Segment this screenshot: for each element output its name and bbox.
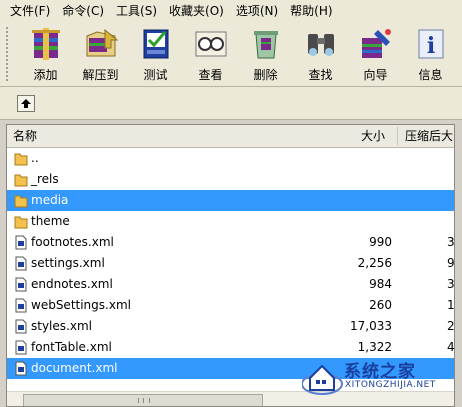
view-label: 查看	[198, 68, 223, 82]
folder-row[interactable]: theme	[7, 211, 454, 232]
file-packed-size: 3	[447, 277, 455, 291]
column-header: 名称 大小 压缩后大	[7, 125, 454, 148]
scrollbar-grip	[138, 398, 150, 403]
address-bar	[0, 87, 462, 120]
wizard-icon	[361, 29, 391, 58]
view-icon	[195, 31, 226, 57]
watermark-title: 系统之家	[344, 362, 416, 382]
toolbar-grip[interactable]	[6, 27, 12, 81]
folder-icon	[14, 153, 28, 166]
xml-file-icon	[15, 235, 27, 250]
file-name: endnotes.xml	[31, 277, 113, 291]
file-name: webSettings.xml	[31, 298, 131, 312]
column-divider[interactable]	[397, 127, 398, 145]
file-packed-size: 1	[447, 298, 455, 312]
file-name: styles.xml	[31, 319, 92, 333]
info-button[interactable]: i 信息	[403, 22, 458, 84]
scrollbar-thumb[interactable]	[23, 394, 263, 406]
add-label: 添加	[33, 68, 58, 82]
xml-file-icon	[15, 340, 27, 355]
file-name: footnotes.xml	[31, 235, 114, 249]
file-packed-size: 3	[447, 235, 455, 249]
file-name: ..	[31, 151, 39, 165]
wizard-button[interactable]: 向导	[348, 22, 403, 84]
folder-icon	[14, 174, 28, 187]
up-folder-button[interactable]	[17, 95, 35, 112]
test-button[interactable]: 测试	[128, 22, 183, 84]
column-name[interactable]: 名称	[13, 125, 37, 147]
menu-options[interactable]: 选项(N)	[230, 0, 284, 22]
delete-icon	[253, 31, 278, 59]
xml-file-icon	[15, 298, 27, 313]
file-row[interactable]: endnotes.xml 984 3	[7, 274, 454, 295]
watermark-subtitle: XITONGZHIJIA.NET	[345, 380, 436, 390]
view-button[interactable]: 查看	[183, 22, 238, 84]
file-name: media	[31, 193, 69, 207]
file-row[interactable]: footnotes.xml 990 3	[7, 232, 454, 253]
find-button[interactable]: 查找	[293, 22, 348, 84]
test-icon	[143, 29, 168, 59]
menu-tools[interactable]: 工具(S)	[110, 0, 163, 22]
file-size: 260	[369, 298, 392, 312]
file-row[interactable]: styles.xml 17,033 2,2	[7, 316, 454, 337]
file-name: theme	[31, 214, 70, 228]
file-size: 2,256	[357, 256, 392, 270]
folder-row[interactable]: media	[7, 190, 454, 211]
file-size: 17,033	[350, 319, 392, 333]
delete-label: 删除	[253, 68, 278, 82]
info-icon: i	[418, 29, 443, 59]
file-row[interactable]: webSettings.xml 260 1	[7, 295, 454, 316]
folder-icon	[14, 216, 28, 229]
xml-file-icon	[15, 277, 27, 292]
menu-bar: 文件(F) 命令(C) 工具(S) 收藏夹(O) 选项(N) 帮助(H)	[0, 0, 462, 23]
file-size: 990	[369, 235, 392, 249]
folder-icon	[14, 195, 28, 208]
watermark-house-icon	[302, 364, 343, 395]
xml-file-icon	[15, 361, 27, 376]
folder-row[interactable]: _rels	[7, 169, 454, 190]
menu-favorites[interactable]: 收藏夹(O)	[163, 0, 230, 22]
extract-to-label: 解压到	[82, 68, 119, 82]
menu-file[interactable]: 文件(F)	[0, 0, 56, 22]
folder-row[interactable]: ..	[7, 148, 454, 169]
column-size[interactable]: 大小	[361, 125, 385, 147]
extract-icon	[86, 28, 118, 57]
file-name: fontTable.xml	[31, 340, 112, 354]
file-packed-size: 9	[447, 256, 455, 270]
wizard-label: 向导	[363, 68, 388, 82]
add-button[interactable]: 添加	[18, 22, 73, 84]
extract-to-button[interactable]: 解压到	[73, 22, 128, 84]
toolbar: 添加 解压到 测试 查看 删除 查找 向导 i 信息	[0, 22, 462, 87]
column-packed[interactable]: 压缩后大	[405, 125, 453, 147]
xml-file-icon	[15, 319, 27, 334]
svg-text:i: i	[426, 33, 434, 59]
file-name: settings.xml	[31, 256, 105, 270]
file-size: 984	[369, 277, 392, 291]
info-label: 信息	[418, 68, 443, 82]
add-icon	[31, 28, 60, 60]
delete-button[interactable]: 删除	[238, 22, 293, 84]
up-arrow-icon	[21, 99, 31, 108]
menu-command[interactable]: 命令(C)	[56, 0, 110, 22]
find-icon	[307, 34, 334, 56]
xml-file-icon	[15, 256, 27, 271]
file-name: _rels	[31, 172, 59, 186]
watermark-logo: 系统之家 XITONGZHIJIA.NET	[302, 354, 462, 407]
file-name: document.xml	[31, 361, 118, 375]
find-label: 查找	[308, 68, 333, 82]
menu-help[interactable]: 帮助(H)	[284, 0, 338, 22]
test-label: 测试	[143, 68, 168, 82]
file-row[interactable]: settings.xml 2,256 9	[7, 253, 454, 274]
file-packed-size: 2,2	[447, 319, 455, 333]
